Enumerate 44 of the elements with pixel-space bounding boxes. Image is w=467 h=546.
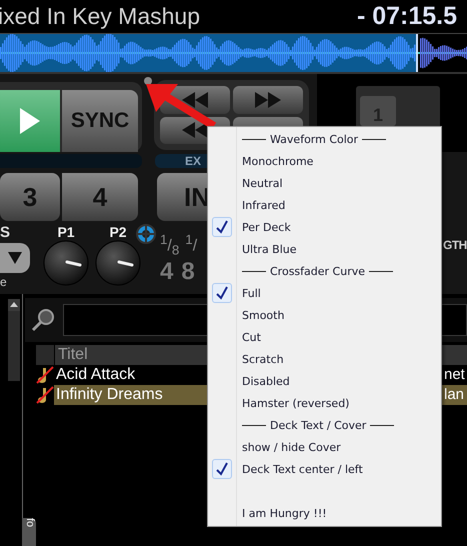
play-button[interactable] — [0, 90, 60, 152]
menu-section-header: Deck Text / Cover — [269, 418, 368, 432]
beat-fraction[interactable]: $^{1}$/$_{8}$ — [160, 232, 180, 258]
menu-item[interactable]: Smooth — [208, 304, 441, 326]
beat-number[interactable]: 8 — [181, 258, 195, 286]
knob-label: P2 — [109, 224, 127, 240]
menu-item[interactable]: Hamster (reversed) — [208, 392, 441, 414]
side-tab[interactable]: fo — [22, 518, 36, 546]
beat-number[interactable]: 4 — [160, 258, 174, 286]
menu-item[interactable]: I am Hungry !!! — [208, 502, 441, 524]
waveform-drawing[interactable] — [0, 33, 467, 74]
fast-forward-icon — [255, 92, 281, 108]
menu-item[interactable]: Disabled — [208, 370, 441, 392]
beat-fraction[interactable]: $^{1}$/ — [185, 232, 198, 258]
menu-section-header: Crossfader Curve — [269, 264, 366, 278]
table-cell[interactable]: lan — [444, 385, 467, 405]
knob[interactable] — [95, 240, 141, 286]
menu-item[interactable]: Scratch — [208, 348, 441, 370]
menu-item[interactable]: Ultra Blue — [208, 238, 441, 260]
mode-caption: e — [0, 275, 8, 289]
fast-forward-button[interactable] — [233, 86, 303, 114]
target-icon[interactable] — [136, 224, 156, 244]
menu-item[interactable]: show / hide Cover — [208, 436, 441, 458]
play-icon — [20, 108, 40, 134]
mode-dropdown[interactable] — [0, 243, 30, 273]
music-note-icon — [36, 366, 54, 384]
knob[interactable] — [43, 240, 89, 286]
rewind-icon — [182, 92, 208, 108]
search-icon — [31, 308, 55, 332]
remaining-time: - 07:15.5 — [356, 2, 458, 31]
scrollbar[interactable] — [8, 299, 20, 381]
rewind-icon — [182, 122, 208, 138]
sync-button[interactable]: SYNC — [62, 90, 138, 152]
length-label: GTH — [443, 238, 467, 252]
table-cell[interactable]: net — [444, 365, 467, 385]
menu-item[interactable]: Full — [208, 282, 441, 304]
menu-section-header: Waveform Color — [269, 132, 360, 146]
dropdown-arrow-icon — [8, 252, 22, 264]
menu-item[interactable]: Deck Text center / left — [208, 458, 441, 480]
mode-label: S — [0, 224, 12, 241]
knob-label: P1 — [57, 224, 75, 240]
scroll-up-icon[interactable] — [8, 299, 20, 311]
menu-item[interactable]: Cut — [208, 326, 441, 348]
indicator-dot — [144, 77, 152, 85]
